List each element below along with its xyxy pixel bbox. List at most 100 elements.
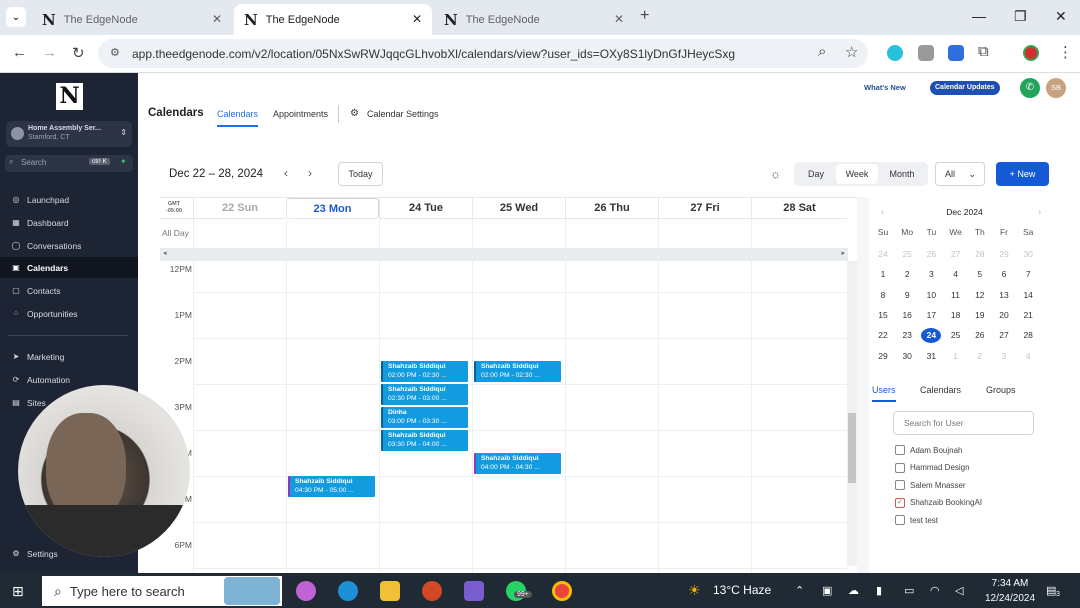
mini-calendar-day[interactable]: 7 [1018,269,1038,279]
sidebar-item-marketing[interactable]: ➤ Marketing [0,346,138,367]
sidebar-item-conversations[interactable]: ◯ Conversations [0,235,138,256]
reload-icon[interactable]: ↻ [72,44,85,62]
copilot-icon[interactable] [296,581,316,601]
minimize-icon[interactable]: — [972,8,986,24]
next-week-icon[interactable]: › [308,166,312,180]
forward-icon[interactable]: → [42,44,57,61]
mini-calendar-day[interactable]: 4 [946,269,966,279]
file-explorer-icon[interactable] [380,581,400,601]
mini-calendar-day[interactable]: 26 [921,249,941,259]
extension-icon[interactable] [948,45,964,61]
calendar-updates-button[interactable]: Calendar Updates [930,81,1000,95]
day-header[interactable]: 28 Sat [751,198,847,219]
battery-icon[interactable]: ▭ [904,584,914,597]
location-switcher[interactable]: Home Assembly Ser... Stamford, CT ⇕ [6,121,132,147]
calendar-event[interactable]: Dinha 03:00 PM - 03:30 ... [381,407,468,428]
powerpoint-icon[interactable] [422,581,442,601]
calendar-event[interactable]: Shahzaib Siddiqui 03:30 PM - 04:00 ... [381,430,468,451]
onedrive-icon[interactable]: ☁ [848,584,859,597]
back-icon[interactable]: ← [12,44,27,61]
sidebar-item-launchpad[interactable]: ◎ Launchpad [0,189,138,210]
tray-chevron-icon[interactable]: ⌃ [795,584,804,597]
window-close-icon[interactable]: ✕ [1055,8,1067,25]
mini-calendar-day[interactable]: 20 [994,310,1014,320]
checkbox[interactable] [895,480,905,490]
checkbox[interactable] [895,515,905,525]
calendar-event[interactable]: Shahzaib Siddiqui 02:30 PM - 03:00 ... [381,384,468,405]
user-checkbox-item[interactable]: Adam Boujnah [895,445,962,455]
new-button[interactable]: + New [996,162,1049,186]
mini-calendar-day[interactable]: 9 [897,290,917,300]
whats-new-link[interactable]: What's New [864,83,906,92]
mini-calendar-day[interactable]: 26 [970,330,990,340]
calendar-filter-select[interactable]: All ⌄ [935,162,985,186]
sidebar-item-calendars[interactable]: ▣ Calendars [0,257,138,278]
mini-calendar-day[interactable]: 27 [946,249,966,259]
mini-calendar-day[interactable]: 2 [970,351,990,361]
calendars-tab[interactable]: Calendars [920,385,961,395]
tab-search-chevron-icon[interactable]: ⌄ [6,7,26,27]
mini-calendar-day[interactable]: 25 [946,330,966,340]
week-view-button[interactable]: Week [836,164,878,184]
mini-calendar-day[interactable]: 1 [946,351,966,361]
mini-calendar-day[interactable]: 28 [970,249,990,259]
mini-calendar-day[interactable]: 19 [970,310,990,320]
extension-icon[interactable] [918,45,934,61]
mini-calendar-day[interactable]: 28 [1018,330,1038,340]
day-view-button[interactable]: Day [798,164,834,184]
groups-tab[interactable]: Groups [986,385,1016,395]
search-highlight-icon[interactable] [224,577,280,605]
scroll-left-icon[interactable]: ◂ [163,249,167,257]
browser-tab-3[interactable]: N The EdgeNode ✕ [434,4,634,35]
quick-action-icon[interactable]: ✦ [120,157,127,166]
browser-tab-1[interactable]: N The EdgeNode ✕ [32,4,232,35]
user-checkbox-item[interactable]: Salem Mnasser [895,480,966,490]
mini-calendar-day[interactable]: 24 [873,249,893,259]
mini-calendar-day[interactable]: 23 [897,330,917,340]
checkbox[interactable]: ✓ [895,497,905,508]
calendar-event[interactable]: Shahzaib Siddiqui 04:30 PM - 05:00 ... [288,476,375,497]
mini-calendar-day[interactable]: 5 [970,269,990,279]
user-search-input[interactable]: Search for User [893,411,1034,435]
checkbox[interactable] [895,445,905,455]
checkbox[interactable] [895,462,905,473]
taskbar-clock[interactable]: 7:34 AM 12/24/2024 [980,576,1040,606]
new-tab-icon[interactable]: + [640,7,649,25]
zoom-icon[interactable]: ⌕ [818,43,826,60]
windows-start-icon[interactable]: ⊞ [12,583,24,600]
tab-appointments[interactable]: Appointments [273,109,328,119]
mini-calendar-day[interactable]: 4 [1018,351,1038,361]
mini-calendar-day[interactable]: 27 [994,330,1014,340]
close-tab-icon[interactable]: ✕ [212,12,222,26]
mini-calendar-day[interactable]: 13 [994,290,1014,300]
calendar-event[interactable]: Shahzaib Siddiqui 04:00 PM - 04:30 ... [474,453,561,474]
day-header[interactable]: 25 Wed [472,198,565,219]
tab-calendars[interactable]: Calendars [217,109,259,127]
mini-calendar-day[interactable]: 25 [897,249,917,259]
close-tab-icon[interactable]: ✕ [412,12,422,26]
scroll-right-icon[interactable]: ▸ [841,249,845,257]
mini-calendar-day[interactable]: 21 [1018,310,1038,320]
site-info-icon[interactable]: ⚙ [110,46,120,59]
notifications-icon[interactable]: ▤ [1046,584,1056,597]
mini-calendar-day[interactable]: 11 [946,290,966,300]
profile-icon[interactable] [1023,45,1039,61]
mini-calendar-day[interactable]: 6 [994,269,1014,279]
sidebar-item-contacts[interactable]: ▢ Contacts [0,280,138,301]
sidebar-item-dashboard[interactable]: ▦ Dashboard [0,212,138,233]
more-menu-icon[interactable]: ⋮ [1058,43,1073,61]
user-checkbox-item[interactable]: Hammad Design [895,462,970,473]
mini-calendar-day[interactable]: 22 [873,330,893,340]
day-header[interactable]: 22 Sun [193,198,286,219]
mini-calendar-day[interactable]: 30 [897,351,917,361]
url-field[interactable]: ⚙ app.theedgenode.com/v2/location/05NxSw… [98,39,868,68]
horizontal-scrollbar[interactable]: ◂ ▸ [160,248,848,261]
avatar[interactable]: SB [1046,78,1066,98]
prev-week-icon[interactable]: ‹ [284,166,288,180]
bookmark-star-icon[interactable]: ☆ [845,43,858,61]
calendar-event[interactable]: Shahzaib Siddiqui 02:00 PM - 02:30 ... [381,361,468,382]
mini-calendar-day[interactable]: 8 [873,290,893,300]
mini-calendar-day[interactable]: 1 [873,269,893,279]
mini-calendar-day[interactable]: 10 [921,290,941,300]
sidebar-search[interactable]: ⌕ Search ctrl K ✦ [5,155,133,172]
